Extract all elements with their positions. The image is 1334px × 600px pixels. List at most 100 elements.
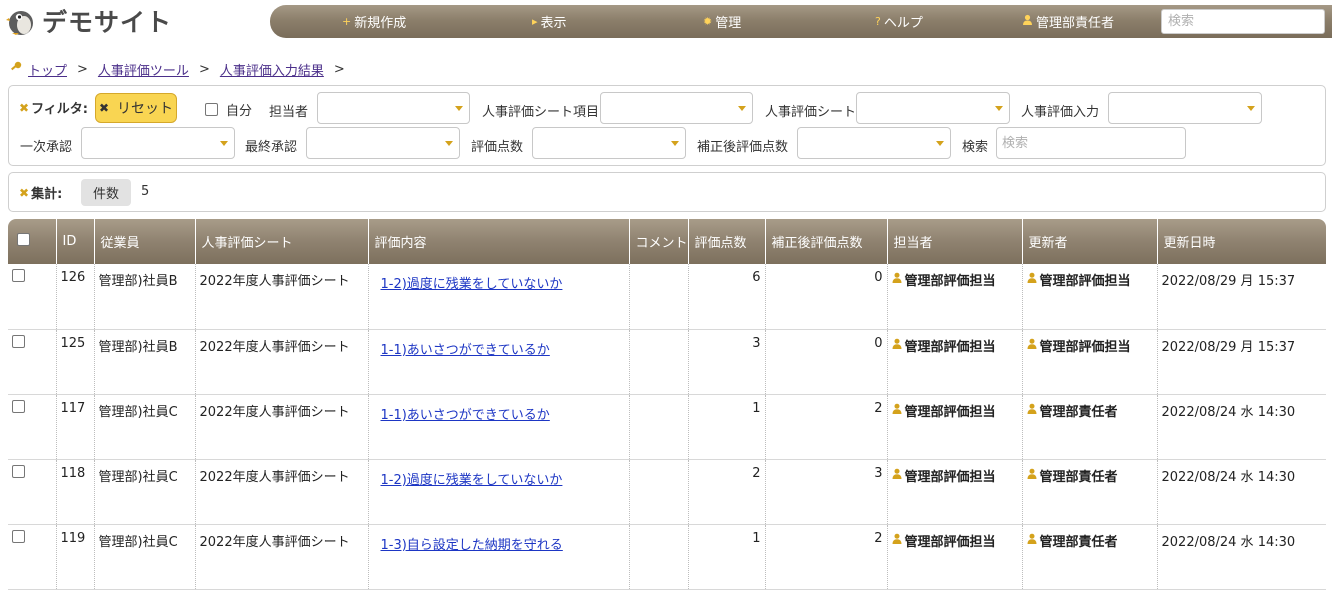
count-value: 5	[141, 184, 150, 199]
table-row[interactable]: 125 管理部)社員B 2022年度人事評価シート 1-1)あいさつができているか 3 0…	[8, 329, 1326, 395]
input-filter-select[interactable]	[1108, 92, 1262, 124]
chevron-down-icon	[671, 141, 679, 146]
comment-cell	[629, 329, 689, 395]
adjusted-score-cell: 3	[765, 459, 888, 525]
assignee-cell: 管理部評価担当	[887, 524, 1023, 590]
user-icon	[1027, 533, 1037, 547]
filter-title[interactable]: ✖ フィルタ:	[19, 98, 88, 118]
row-checkbox[interactable]	[12, 529, 25, 543]
assignee-name: 管理部評価担当	[904, 534, 996, 550]
column-header[interactable]: コメント	[629, 219, 689, 264]
sheet-item-filter-select[interactable]	[600, 92, 753, 124]
chevron-down-icon	[995, 106, 1003, 111]
content-link[interactable]: 1-2)過度に残業をしていないか	[381, 277, 563, 292]
nav-manage-item[interactable]: ✹ 管理	[703, 5, 741, 38]
content-cell: 1-1)あいさつができているか	[368, 329, 630, 395]
assignee-cell: 管理部評価担当	[887, 329, 1023, 395]
comment-cell	[629, 524, 689, 590]
table-row[interactable]: 117 管理部)社員C 2022年度人事評価シート 1-1)あいさつができているか 1 2…	[8, 394, 1326, 460]
id-cell: 118	[56, 459, 95, 525]
adjusted-score-filter-select[interactable]	[797, 127, 951, 159]
column-header[interactable]: 更新者	[1022, 219, 1158, 264]
updated-at-cell: 2022/08/24 水 14:30	[1157, 459, 1326, 525]
content-cell: 1-2)過度に残業をしていないか	[368, 459, 630, 525]
nav-manage-label: 管理	[715, 16, 742, 31]
chevron-down-icon	[220, 141, 228, 146]
self-checkbox[interactable]	[205, 103, 218, 116]
id-cell: 126	[56, 264, 95, 330]
self-label: 自分	[226, 104, 253, 119]
updater-cell: 管理部評価担当	[1022, 264, 1158, 330]
column-header[interactable]: 更新日時	[1157, 219, 1326, 264]
self-filter[interactable]: 自分	[205, 100, 252, 119]
user-icon	[892, 533, 902, 547]
score-cell: 6	[688, 264, 766, 330]
nav-user-item[interactable]: 管理部責任者	[1022, 5, 1114, 38]
column-header[interactable]: 人事評価シート	[195, 219, 369, 264]
assignee-filter-select[interactable]	[317, 92, 470, 124]
nav-new-label: 新規作成	[354, 16, 407, 31]
question-icon: ?	[875, 15, 881, 28]
assignee-cell: 管理部評価担当	[887, 459, 1023, 525]
input-filter-label: 人事評価入力	[1021, 105, 1100, 120]
breadcrumb-results-link[interactable]: 人事評価入力結果	[220, 60, 324, 79]
first-approval-filter-select[interactable]	[81, 127, 235, 159]
content-cell: 1-2)過度に残業をしていないか	[368, 264, 630, 330]
score-filter-select[interactable]	[532, 127, 686, 159]
table-row[interactable]: 126 管理部)社員B 2022年度人事評価シート 1-2)過度に残業をしていないか 6…	[8, 264, 1326, 330]
column-header[interactable]: ID	[56, 219, 95, 264]
nav-help-item[interactable]: ? ヘルプ	[875, 5, 923, 38]
header-search-input[interactable]	[1161, 9, 1325, 34]
nav-new-item[interactable]: + 新規作成	[342, 5, 406, 38]
row-select-cell	[8, 524, 57, 590]
chevron-down-icon	[936, 141, 944, 146]
assignee-cell: 管理部評価担当	[887, 264, 1023, 330]
score-filter-label: 評価点数	[471, 140, 524, 155]
chevron-down-icon	[1247, 106, 1255, 111]
row-checkbox[interactable]	[12, 269, 25, 282]
row-select-cell	[8, 394, 57, 460]
chevron-down-icon	[738, 106, 746, 111]
employee-cell: 管理部)社員C	[94, 459, 196, 525]
filter-search-input[interactable]	[996, 127, 1186, 159]
content-link[interactable]: 1-1)あいさつができているか	[381, 408, 550, 423]
select-all-header[interactable]	[8, 219, 57, 264]
table-row[interactable]: 118 管理部)社員C 2022年度人事評価シート 1-2)過度に残業をしていないか 2…	[8, 459, 1326, 525]
column-header[interactable]: 補正後評価点数	[765, 219, 888, 264]
updater-name: 管理部評価担当	[1039, 339, 1131, 355]
table-row[interactable]: 119 管理部)社員C 2022年度人事評価シート 1-3)自ら設定した納期を守れる 1…	[8, 524, 1326, 590]
sheet-filter-select[interactable]	[856, 92, 1010, 124]
row-select-cell	[8, 329, 57, 395]
breadcrumb-top-link[interactable]: トップ	[28, 60, 67, 79]
updated-at-cell: 2022/08/29 月 15:37	[1157, 329, 1326, 395]
row-checkbox[interactable]	[12, 334, 25, 348]
select-all-checkbox[interactable]	[17, 233, 30, 246]
plus-icon: +	[342, 15, 352, 28]
content-link[interactable]: 1-1)あいさつができているか	[381, 343, 550, 358]
aggregation-panel: ✖ 集計: 件数 5	[8, 172, 1326, 212]
nav-view-item[interactable]: ▸ 表示	[532, 5, 567, 38]
final-approval-filter-select[interactable]	[306, 127, 460, 159]
column-header[interactable]: 評価内容	[368, 219, 630, 264]
adjusted-score-cell: 2	[765, 524, 888, 590]
breadcrumb-tool-link[interactable]: 人事評価ツール	[98, 60, 189, 79]
row-checkbox[interactable]	[12, 464, 25, 478]
content-link[interactable]: 1-3)自ら設定した納期を守れる	[381, 538, 563, 553]
row-checkbox[interactable]	[12, 399, 25, 413]
reset-label: リセット	[117, 101, 174, 117]
aggregation-title[interactable]: ✖ 集計:	[19, 183, 62, 203]
column-header[interactable]: 評価点数	[688, 219, 766, 264]
updated-at-cell: 2022/08/29 月 15:37	[1157, 264, 1326, 330]
nav-view-label: 表示	[540, 16, 567, 31]
employee-cell: 管理部)社員B	[94, 264, 196, 330]
id-cell: 125	[56, 329, 95, 395]
chevron-down-icon	[445, 141, 453, 146]
column-header[interactable]: 従業員	[94, 219, 196, 264]
breadcrumb-separator: >	[198, 61, 210, 77]
updater-name: 管理部責任者	[1039, 404, 1118, 420]
content-link[interactable]: 1-2)過度に残業をしていないか	[381, 473, 563, 488]
column-header[interactable]: 担当者	[887, 219, 1023, 264]
reset-filter-button[interactable]: ✖ リセット	[95, 93, 177, 123]
id-cell: 119	[56, 524, 95, 590]
site-logo[interactable]: デモサイト	[6, 4, 172, 38]
